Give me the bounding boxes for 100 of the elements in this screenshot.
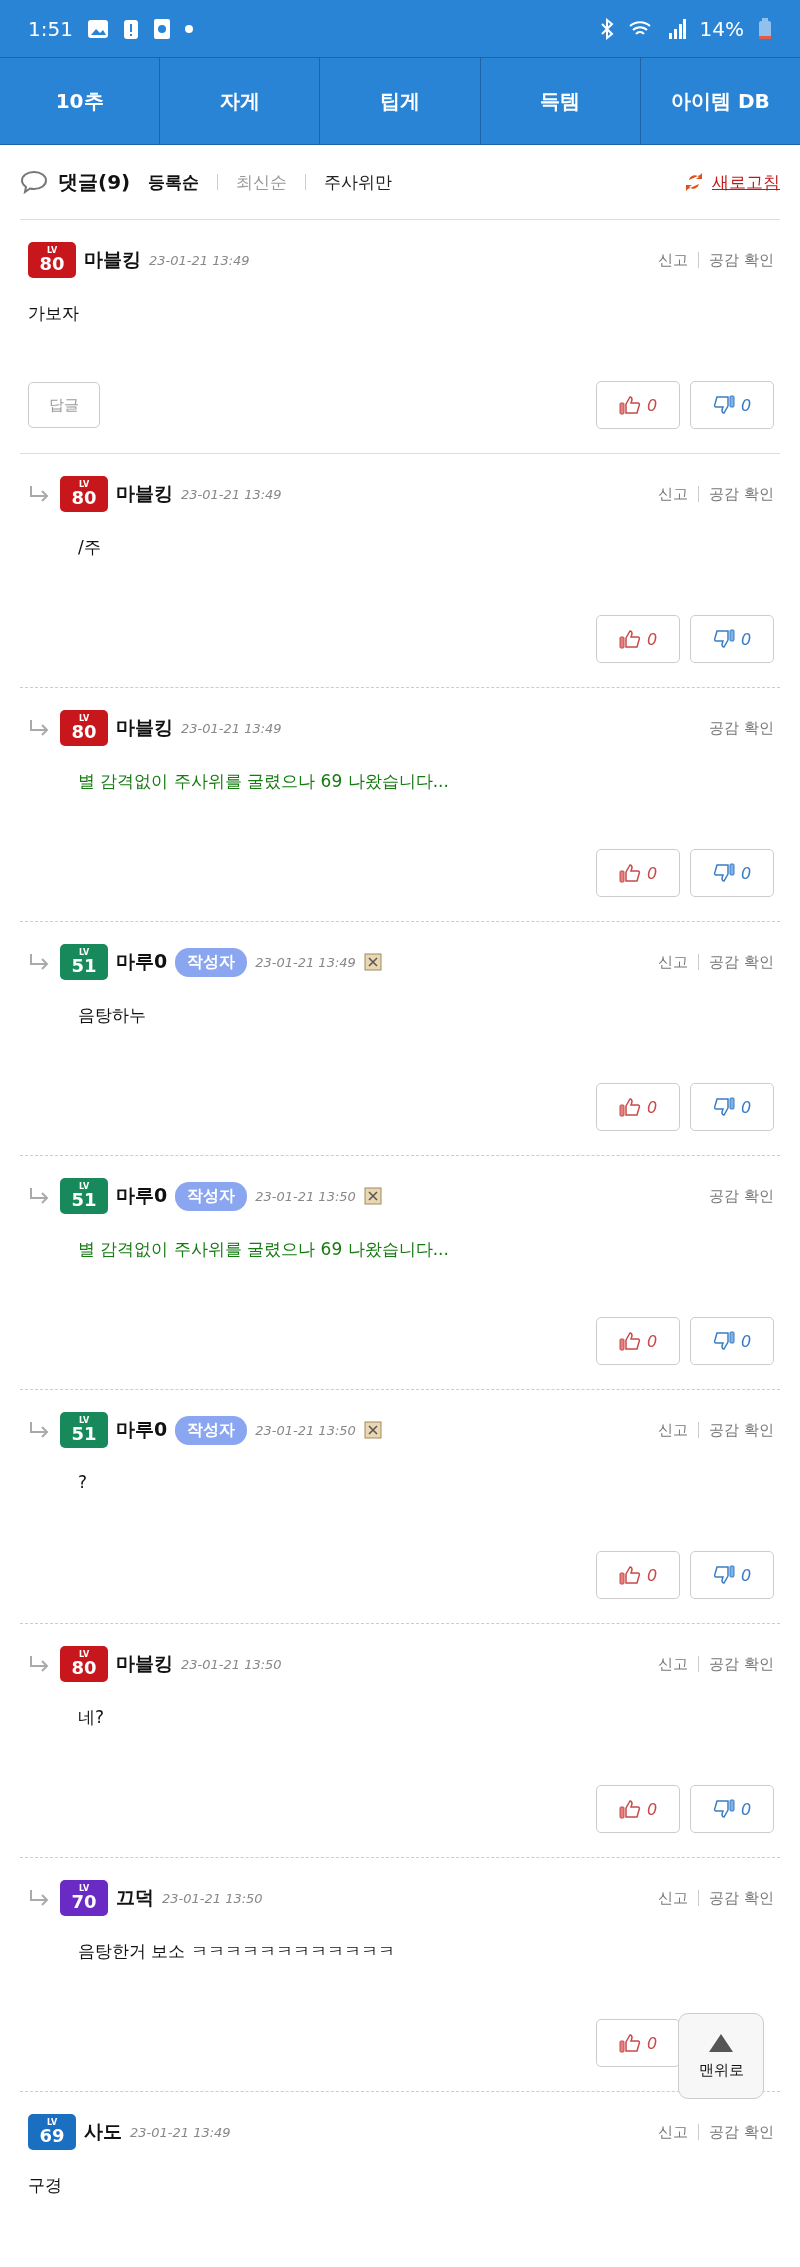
- comment-date: 23-01-21 13:49: [255, 954, 356, 970]
- alert-icon: [122, 17, 139, 40]
- likes-check-link[interactable]: 공감 확인: [709, 1654, 774, 1674]
- thumbs-down-icon: [712, 395, 735, 415]
- level-badge: LV 69: [28, 2114, 76, 2150]
- thumbs-up-icon: [618, 1799, 641, 1819]
- report-link[interactable]: 신고: [658, 1888, 689, 1908]
- comment-date: 23-01-21 13:49: [181, 486, 282, 502]
- level-badge: LV 51: [60, 944, 108, 980]
- thumbs-down-icon: [712, 863, 735, 883]
- author-name: 사도: [84, 2119, 122, 2144]
- likes-check-link[interactable]: 공감 확인: [709, 1420, 774, 1440]
- thumbs-down-icon: [712, 629, 735, 649]
- like-button[interactable]: 0: [596, 1317, 680, 1365]
- level-badge: LV 80: [60, 1646, 108, 1682]
- comment-text: 별 감격없이 주사위를 굴렸으나 69 나왔습니다...: [77, 1238, 450, 1261]
- like-button[interactable]: 0: [596, 1083, 680, 1131]
- report-link[interactable]: 신고: [658, 250, 689, 270]
- dislike-button[interactable]: 0: [690, 1083, 774, 1131]
- refresh-link[interactable]: 새로고침: [712, 170, 780, 194]
- comment-date: 23-01-21 13:49: [181, 720, 282, 736]
- refresh-icon: [686, 171, 702, 193]
- level-badge: LV 51: [60, 1178, 108, 1214]
- dislike-button[interactable]: 0: [690, 1551, 774, 1599]
- level-badge: LV 70: [60, 1880, 108, 1916]
- like-button[interactable]: 0: [596, 615, 680, 663]
- sort-option[interactable]: 주사위만: [316, 170, 401, 194]
- comment-date: 23-01-21 13:49: [130, 2124, 231, 2140]
- thumbs-up-icon: [618, 1565, 641, 1585]
- dislike-button[interactable]: 0: [690, 381, 774, 429]
- author-name: 끄덕: [116, 1885, 154, 1910]
- battery-percent: 14%: [699, 16, 744, 41]
- battery-icon: [758, 17, 772, 40]
- comment-date: 23-01-21 13:50: [255, 1422, 356, 1438]
- triangle-up-icon: [708, 2032, 734, 2053]
- report-link[interactable]: 신고: [658, 484, 689, 504]
- author-name: 마블킹: [116, 1651, 173, 1676]
- comment-date: 23-01-21 13:49: [149, 252, 250, 268]
- report-link[interactable]: 신고: [658, 952, 689, 972]
- thumbs-up-icon: [618, 863, 641, 883]
- level-badge: LV 51: [60, 1412, 108, 1448]
- signal-icon: [667, 18, 686, 39]
- comment-text: 별 감격없이 주사위를 굴렸으나 69 나왔습니다...: [77, 770, 450, 793]
- like-button[interactable]: 0: [596, 1551, 680, 1599]
- likes-check-link[interactable]: 공감 확인: [709, 1888, 774, 1908]
- author-name: 마블킹: [116, 481, 173, 506]
- report-link[interactable]: 신고: [658, 2122, 689, 2142]
- comment-text: 음탕한거 보소 ㅋㅋㅋㅋㅋㅋㅋㅋㅋㅋㅋㅋ: [77, 1940, 396, 1963]
- thumbs-up-icon: [618, 629, 641, 649]
- likes-check-link[interactable]: 공감 확인: [709, 250, 774, 270]
- dislike-button[interactable]: 0: [690, 615, 774, 663]
- nav-tab[interactable]: 득템: [480, 58, 641, 144]
- author-name: 마블킹: [84, 247, 141, 272]
- dislike-button[interactable]: 0: [690, 1785, 774, 1833]
- thumbs-up-icon: [618, 2033, 641, 2053]
- comment-date: 23-01-21 13:50: [162, 1890, 263, 1906]
- level-badge: LV 80: [60, 710, 108, 746]
- nav-tab[interactable]: 자게: [160, 58, 321, 144]
- nav-tab[interactable]: 아이템 DB: [640, 58, 800, 144]
- author-name: 마블킹: [116, 715, 173, 740]
- comment-date: 23-01-21 13:50: [181, 1656, 282, 1672]
- bluetooth-icon: [599, 17, 614, 40]
- sort-option[interactable]: 등록순: [140, 170, 208, 194]
- author-tag: 작성자: [175, 1415, 248, 1445]
- thumbs-down-icon: [712, 1331, 735, 1351]
- level-badge: LV 80: [60, 476, 108, 512]
- clock: 1:51: [28, 16, 73, 41]
- likes-check-link[interactable]: 공감 확인: [709, 718, 774, 738]
- dislike-button[interactable]: 0: [690, 1317, 774, 1365]
- nav-tab[interactable]: 10추: [0, 58, 161, 144]
- author-name: 마루0: [116, 1183, 168, 1208]
- clock-icon: [152, 17, 171, 40]
- report-link[interactable]: 신고: [658, 1420, 689, 1440]
- comment-date: 23-01-21 13:50: [255, 1188, 356, 1204]
- comment-text: ?: [77, 1472, 89, 1492]
- report-link[interactable]: 신고: [658, 1654, 689, 1674]
- sort-option[interactable]: 최신순: [228, 170, 296, 194]
- like-button[interactable]: 0: [596, 1785, 680, 1833]
- likes-check-link[interactable]: 공감 확인: [709, 484, 774, 504]
- author-name: 마루0: [116, 949, 168, 974]
- thumbs-down-icon: [712, 1799, 735, 1819]
- speech-bubble-icon: [20, 170, 48, 194]
- image-icon: [86, 18, 109, 39]
- likes-check-link[interactable]: 공감 확인: [709, 952, 774, 972]
- thumbs-up-icon: [618, 1331, 641, 1351]
- likes-check-link[interactable]: 공감 확인: [709, 2122, 774, 2142]
- nav-tab[interactable]: 팁게: [320, 58, 481, 144]
- like-button[interactable]: 0: [596, 849, 680, 897]
- comments-title: 댓글(9): [58, 168, 131, 196]
- comment-text: 네?: [77, 1706, 106, 1729]
- reply-button[interactable]: 답글: [28, 382, 100, 428]
- like-button[interactable]: 0: [596, 381, 680, 429]
- comment-text: /주: [77, 536, 102, 559]
- comment-text: 음탕하누: [77, 1004, 147, 1027]
- likes-check-link[interactable]: 공감 확인: [709, 1186, 774, 1206]
- author-name: 마루0: [116, 1417, 168, 1442]
- scroll-to-top-button[interactable]: 맨위로: [678, 2013, 764, 2099]
- dislike-button[interactable]: 0: [690, 849, 774, 897]
- thumbs-up-icon: [618, 1097, 641, 1117]
- like-button[interactable]: 0: [596, 2019, 680, 2067]
